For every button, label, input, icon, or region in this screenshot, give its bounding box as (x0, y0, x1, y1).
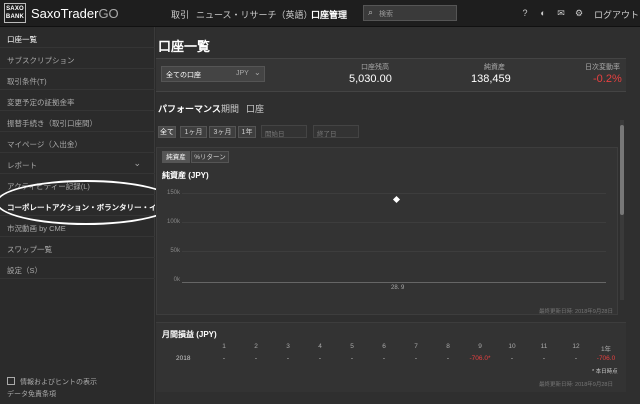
toggle-net-assets[interactable]: 純資産 (162, 151, 190, 163)
monthly-cell: - (574, 355, 578, 362)
monthly-header: 5 (350, 343, 354, 350)
monthly-cell: - (254, 355, 258, 362)
period-1y-button[interactable]: 1年 (238, 126, 256, 138)
monthly-header: 7 (414, 343, 418, 350)
monthly-header: 2 (254, 343, 258, 350)
app-name-suffix: GO (98, 6, 119, 21)
monthly-updated-timestamp: 最終更新日時: 2018年9月28日 (539, 382, 613, 388)
logo-line2: BANK (5, 14, 25, 20)
search-icon: ⌕ (368, 7, 374, 17)
stat-balance-label: 口座残高 (361, 64, 389, 71)
sidebar-item-settings[interactable]: 設定（S） (0, 258, 155, 279)
scrollbar-thumb[interactable] (620, 125, 624, 215)
sidebar-item-swap-list[interactable]: スワップ一覧 (0, 237, 155, 258)
account-select-value: 全ての口座 (166, 72, 201, 79)
stat-net-assets-value: 138,459 (471, 73, 511, 85)
monthly-cell: - (414, 355, 418, 362)
data-disclaimer-link[interactable]: データ免責条項 (7, 389, 56, 399)
sidebar-item-margin-changes[interactable]: 変更予定の証拠金率 (0, 90, 155, 111)
sidebar-item-activity-log[interactable]: アクティビティー記録(L) (0, 174, 155, 195)
monthly-cell: - (382, 355, 386, 362)
tab-performance[interactable]: パフォーマンス (158, 102, 221, 115)
chart-updated-timestamp: 最終更新日時: 2018年9月28日 (539, 309, 613, 315)
monthly-cell: - (222, 355, 226, 362)
monthly-cell: - (318, 355, 322, 362)
info-hints-checkbox[interactable] (7, 377, 15, 385)
app-name: SaxoTraderGO (31, 6, 119, 21)
saxo-logo[interactable]: SAXO BANK (4, 3, 26, 23)
toggle-percent-return[interactable]: %リターン (191, 151, 229, 163)
sidebar-item-subscription[interactable]: サブスクリプション (0, 48, 155, 69)
info-hints-label: 情報およびヒントの表示 (20, 379, 97, 386)
monthly-header: 6 (382, 343, 386, 350)
nav-account-management[interactable]: 口座管理 (311, 8, 347, 21)
y-tick-label: 50k (170, 248, 180, 254)
page-title: 口座一覧 (158, 39, 211, 54)
sidebar-item-mypage[interactable]: マイページ（入出金） (0, 132, 155, 153)
tab-account[interactable]: 口座 (246, 102, 264, 115)
y-tick-label: 0k (173, 277, 180, 283)
net-assets-chart-card (156, 147, 618, 315)
monthly-cell: - (286, 355, 290, 362)
sidebar-item-account-list[interactable]: 口座一覧 (0, 27, 155, 48)
settings-icon[interactable]: ⚙ (574, 8, 584, 18)
stat-daily-change-value: -0.2% (593, 73, 622, 85)
logo-line1: SAXO (6, 6, 24, 12)
monthly-note: * 本日時点 (592, 369, 618, 375)
monthly-cell: - (542, 355, 546, 362)
end-date-input[interactable]: 終了日 (313, 125, 359, 138)
gridline (182, 222, 606, 223)
nav-trade[interactable]: 取引 (171, 8, 189, 21)
monthly-cell: -706.0 (596, 355, 616, 362)
tab-period[interactable]: 期間 (221, 102, 239, 115)
y-tick-label: 100k (166, 219, 180, 225)
stat-net-assets-label: 純資産 (484, 64, 505, 71)
monthly-header: 3 (286, 343, 290, 350)
monthly-header: 4 (318, 343, 322, 350)
gridline (182, 251, 606, 252)
period-1m-button[interactable]: 1ヶ月 (180, 126, 207, 138)
chevron-down-icon: ⌄ (254, 68, 261, 77)
top-bar: SAXO BANK SaxoTraderGO 取引 ニュース・リサーチ（英語） … (0, 0, 640, 27)
search-input[interactable]: ⌕ 検索 (363, 5, 457, 21)
sidebar-item-trading-conditions[interactable]: 取引条件(T) (0, 69, 155, 90)
sidebar-item-corporate-actions[interactable]: コーポレートアクション・ボランタリー・イ・ (0, 195, 155, 216)
monthly-year: 2018 (176, 355, 191, 362)
chart-title: 純資産 (JPY) (162, 171, 209, 180)
search-placeholder: 検索 (379, 11, 393, 18)
start-date-input[interactable]: 開始日 (261, 125, 307, 138)
monthly-header: 12 (572, 343, 580, 350)
account-currency: JPY (236, 70, 249, 77)
monthly-cell: - (446, 355, 450, 362)
logout-button[interactable]: ログアウト (594, 8, 639, 21)
monthly-header: 1年 (600, 346, 612, 353)
period-3m-button[interactable]: 3ヶ月 (209, 126, 236, 138)
monthly-header: 11 (540, 343, 548, 350)
sidebar-item-market-video[interactable]: 市況動画 by CME (0, 216, 155, 237)
monthly-pl-title: 月間損益 (JPY) (162, 330, 217, 339)
monthly-cell: -706.0* (469, 355, 491, 362)
period-all-button[interactable]: 全て (158, 126, 176, 138)
monthly-cell: - (350, 355, 354, 362)
sidebar-item-transfer[interactable]: 振替手続き（取引口座間） (0, 111, 155, 132)
x-tick-label: 28. 9 (391, 285, 405, 291)
y-tick-label: 150k (166, 190, 180, 196)
monthly-header: 10 (508, 343, 516, 350)
monthly-header: 8 (446, 343, 450, 350)
stat-balance-value: 5,030.00 (349, 73, 392, 85)
x-axis (182, 282, 606, 283)
monthly-cell: - (510, 355, 514, 362)
monthly-header: 1 (222, 343, 226, 350)
sidebar-item-reports[interactable]: レポート ⌄ (0, 153, 155, 174)
mail-icon[interactable]: ✉ (556, 8, 566, 18)
nav-news-research[interactable]: ニュース・リサーチ（英語） (196, 8, 313, 21)
theme-icon[interactable]: ◐ (538, 8, 548, 18)
chevron-down-icon: ⌄ (133, 158, 141, 168)
stat-daily-change-label: 日次変動率 (585, 64, 620, 71)
gridline (182, 193, 606, 194)
app-name-main: SaxoTrader (31, 6, 99, 21)
monthly-header: 9 (478, 343, 482, 350)
sidebar-item-reports-label: レポート (7, 161, 37, 170)
help-icon[interactable]: ? (520, 8, 530, 18)
